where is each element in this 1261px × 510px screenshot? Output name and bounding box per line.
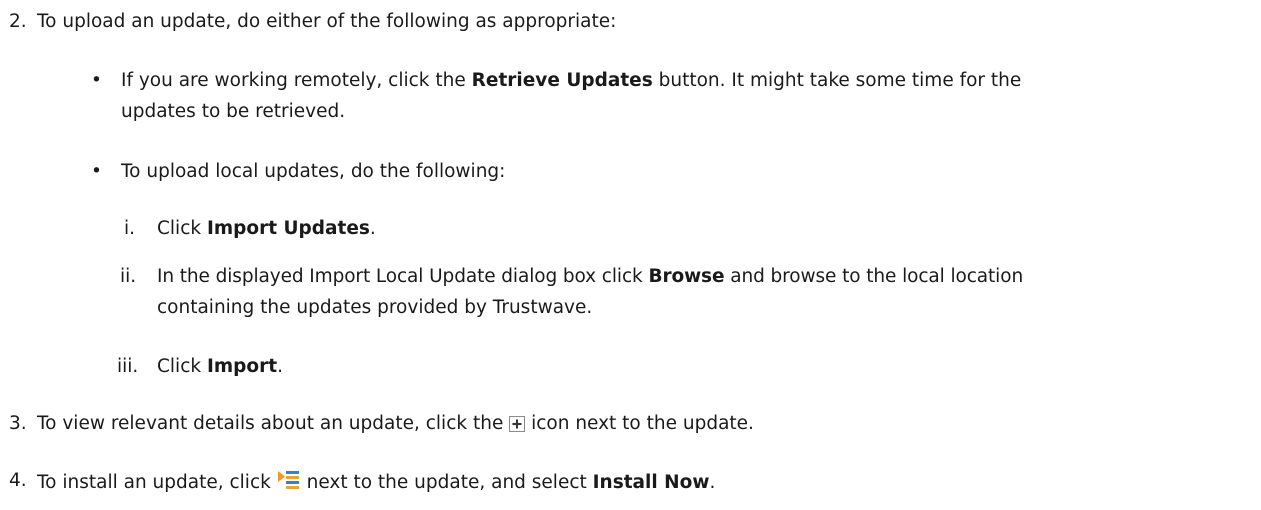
import-updates-label: Import Updates — [206, 218, 370, 239]
import-label: Import — [206, 356, 278, 377]
bullet-2-text: To upload local updates, do the followin… — [121, 161, 506, 182]
browse-label: Browse — [648, 266, 725, 287]
install-now-label: Install Now — [592, 472, 710, 493]
sub-step-i-text: Click Import Updates. — [157, 218, 376, 239]
step-number-2: 2. — [9, 11, 27, 32]
sub-step-iii-numeral: iii. — [117, 356, 139, 377]
sub-step-i-numeral: i. — [124, 218, 136, 239]
step-4-text: To install an update, click next to the … — [37, 469, 715, 498]
actions-menu-icon — [277, 469, 301, 498]
step-2-text: To upload an update, do either of the fo… — [37, 11, 617, 32]
step-3-text: To view relevant details about an update… — [37, 412, 754, 439]
bullet-1-marker: • — [91, 70, 102, 91]
bullet-1-line-2: updates to be retrieved. — [121, 101, 346, 122]
step-number-3: 3. — [9, 413, 27, 434]
sub-step-iii-text: Click Import. — [157, 356, 283, 377]
expand-plus-icon — [509, 415, 526, 439]
sub-step-ii-line-2: containing the updates provided by Trust… — [157, 297, 593, 318]
sub-step-ii-line-1: In the displayed Import Local Update dia… — [157, 266, 1024, 287]
retrieve-updates-label: Retrieve Updates — [471, 70, 653, 91]
step-number-4: 4. — [9, 470, 27, 491]
bullet-2-marker: • — [91, 161, 102, 182]
sub-step-ii-numeral: ii. — [120, 266, 137, 287]
bullet-1-line-1: If you are working remotely, click the R… — [121, 70, 1022, 91]
document-page: 2. To upload an update, do either of the… — [0, 0, 1261, 510]
